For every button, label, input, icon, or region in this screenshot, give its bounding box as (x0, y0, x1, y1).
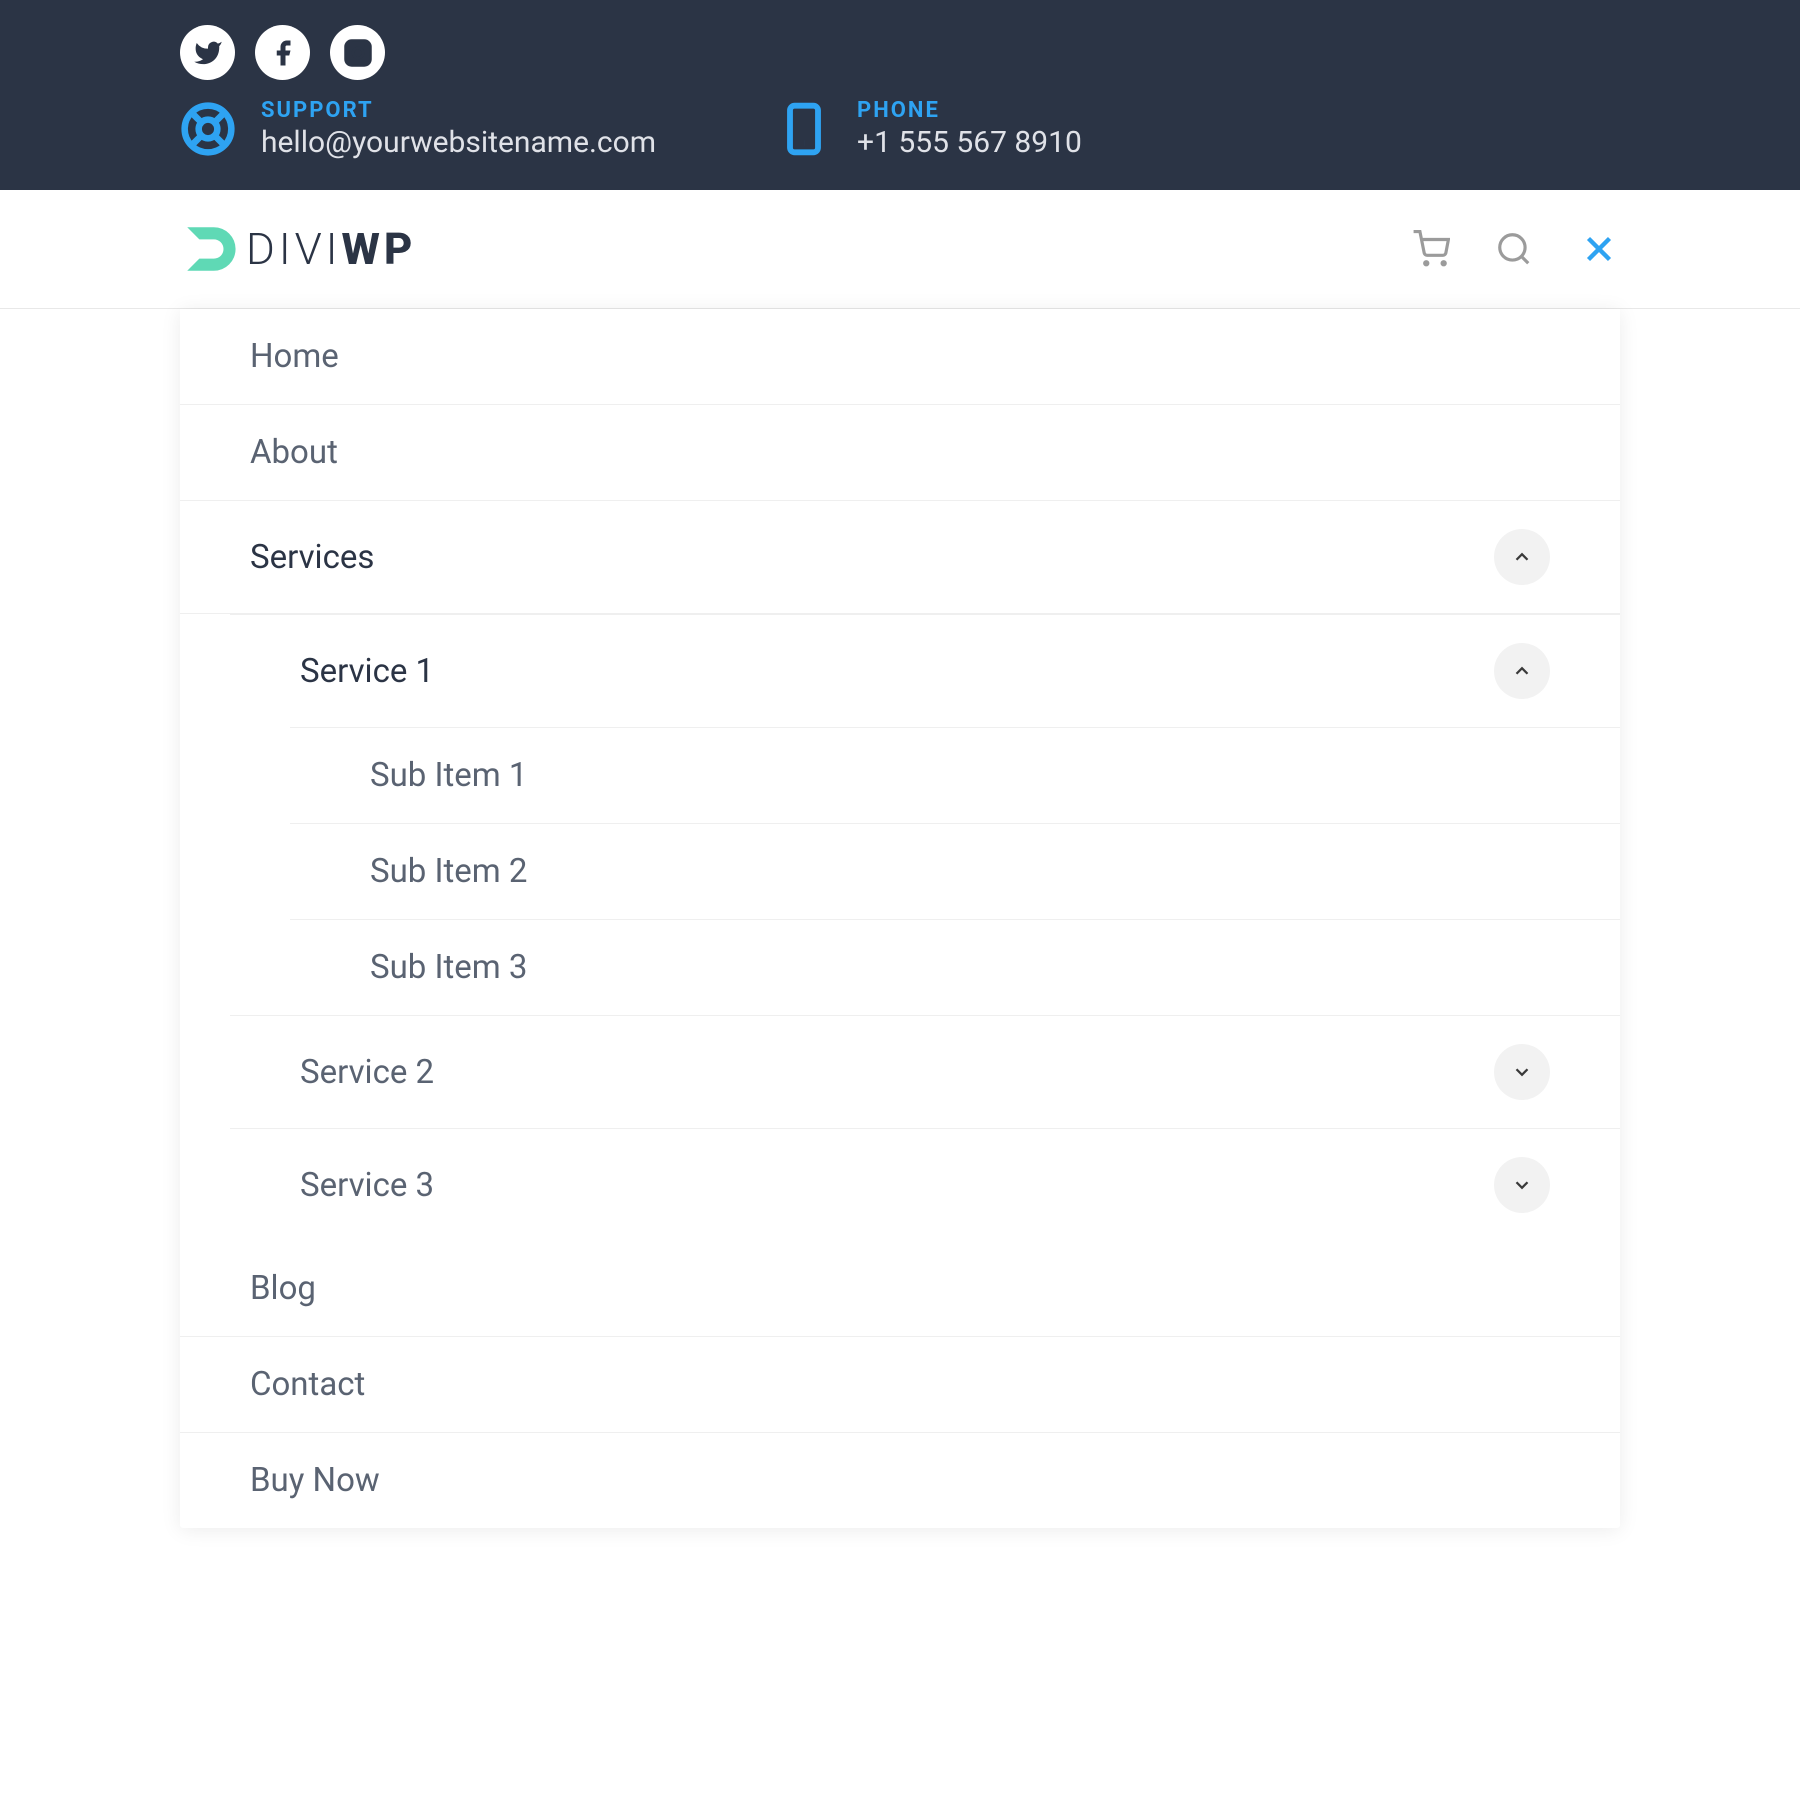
chevron-down-icon (1511, 1061, 1533, 1083)
menu-item-about[interactable]: About (180, 405, 1620, 501)
menu-label: Sub Item 2 (370, 852, 527, 891)
menu-item-home[interactable]: Home (180, 309, 1620, 405)
menu-label: Sub Item 1 (370, 756, 527, 795)
menu-label: Service 1 (300, 652, 434, 691)
services-submenu: Service 1 Sub Item 1 Sub Item 2 Sub Item… (180, 614, 1620, 1241)
lifebuoy-icon (180, 101, 236, 157)
menu-label: Services (250, 538, 374, 577)
menu-label: Blog (250, 1269, 316, 1308)
header: DIVIWP (0, 190, 1800, 309)
phone-label: PHONE (857, 98, 1082, 123)
social-row (180, 25, 1620, 80)
header-actions (1412, 228, 1620, 270)
menu-item-service-1[interactable]: Service 1 (230, 614, 1620, 727)
facebook-icon[interactable] (255, 25, 310, 80)
menu-label: Contact (250, 1365, 365, 1404)
menu-item-service-2[interactable]: Service 2 (230, 1015, 1620, 1128)
contact-row: SUPPORT hello@yourwebsitename.com PHONE … (180, 98, 1620, 160)
expand-service3-button[interactable] (1494, 1157, 1550, 1213)
menu-label: Buy Now (250, 1461, 380, 1500)
menu-label: Sub Item 3 (370, 948, 527, 987)
support-value[interactable]: hello@yourwebsitename.com (261, 125, 656, 160)
support-label: SUPPORT (261, 98, 656, 123)
phone-contact: PHONE +1 555 567 8910 (776, 98, 1082, 160)
menu-label: About (250, 433, 338, 472)
logo[interactable]: DIVIWP (180, 220, 416, 278)
menu-label: Service 2 (300, 1053, 434, 1092)
menu-item-buy-now[interactable]: Buy Now (180, 1433, 1620, 1528)
menu-item-contact[interactable]: Contact (180, 1337, 1620, 1433)
collapse-service1-button[interactable] (1494, 643, 1550, 699)
menu-item-services[interactable]: Services (180, 501, 1620, 614)
chevron-down-icon (1511, 1174, 1533, 1196)
menu-item-service-3[interactable]: Service 3 (230, 1128, 1620, 1241)
close-menu-icon[interactable] (1578, 228, 1620, 270)
menu-item-sub-1[interactable]: Sub Item 1 (290, 727, 1620, 823)
logo-text: DIVIWP (246, 223, 416, 275)
mobile-menu: Home About Services Service 1 Sub Item 1… (180, 309, 1620, 1528)
collapse-services-button[interactable] (1494, 529, 1550, 585)
twitter-icon[interactable] (180, 25, 235, 80)
support-contact: SUPPORT hello@yourwebsitename.com (180, 98, 656, 160)
service1-submenu: Sub Item 1 Sub Item 2 Sub Item 3 (230, 727, 1620, 1015)
phone-icon (776, 101, 832, 157)
chevron-up-icon (1511, 546, 1533, 568)
menu-label: Service 3 (300, 1166, 434, 1205)
instagram-icon[interactable] (330, 25, 385, 80)
chevron-up-icon (1511, 660, 1533, 682)
menu-label: Home (250, 337, 339, 376)
menu-item-sub-3[interactable]: Sub Item 3 (290, 919, 1620, 1015)
menu-item-blog[interactable]: Blog (180, 1241, 1620, 1337)
menu-item-sub-2[interactable]: Sub Item 2 (290, 823, 1620, 919)
logo-mark (180, 220, 238, 278)
cart-icon[interactable] (1412, 230, 1450, 268)
phone-value[interactable]: +1 555 567 8910 (857, 125, 1082, 160)
search-icon[interactable] (1495, 230, 1533, 268)
topbar: SUPPORT hello@yourwebsitename.com PHONE … (0, 0, 1800, 190)
expand-service2-button[interactable] (1494, 1044, 1550, 1100)
